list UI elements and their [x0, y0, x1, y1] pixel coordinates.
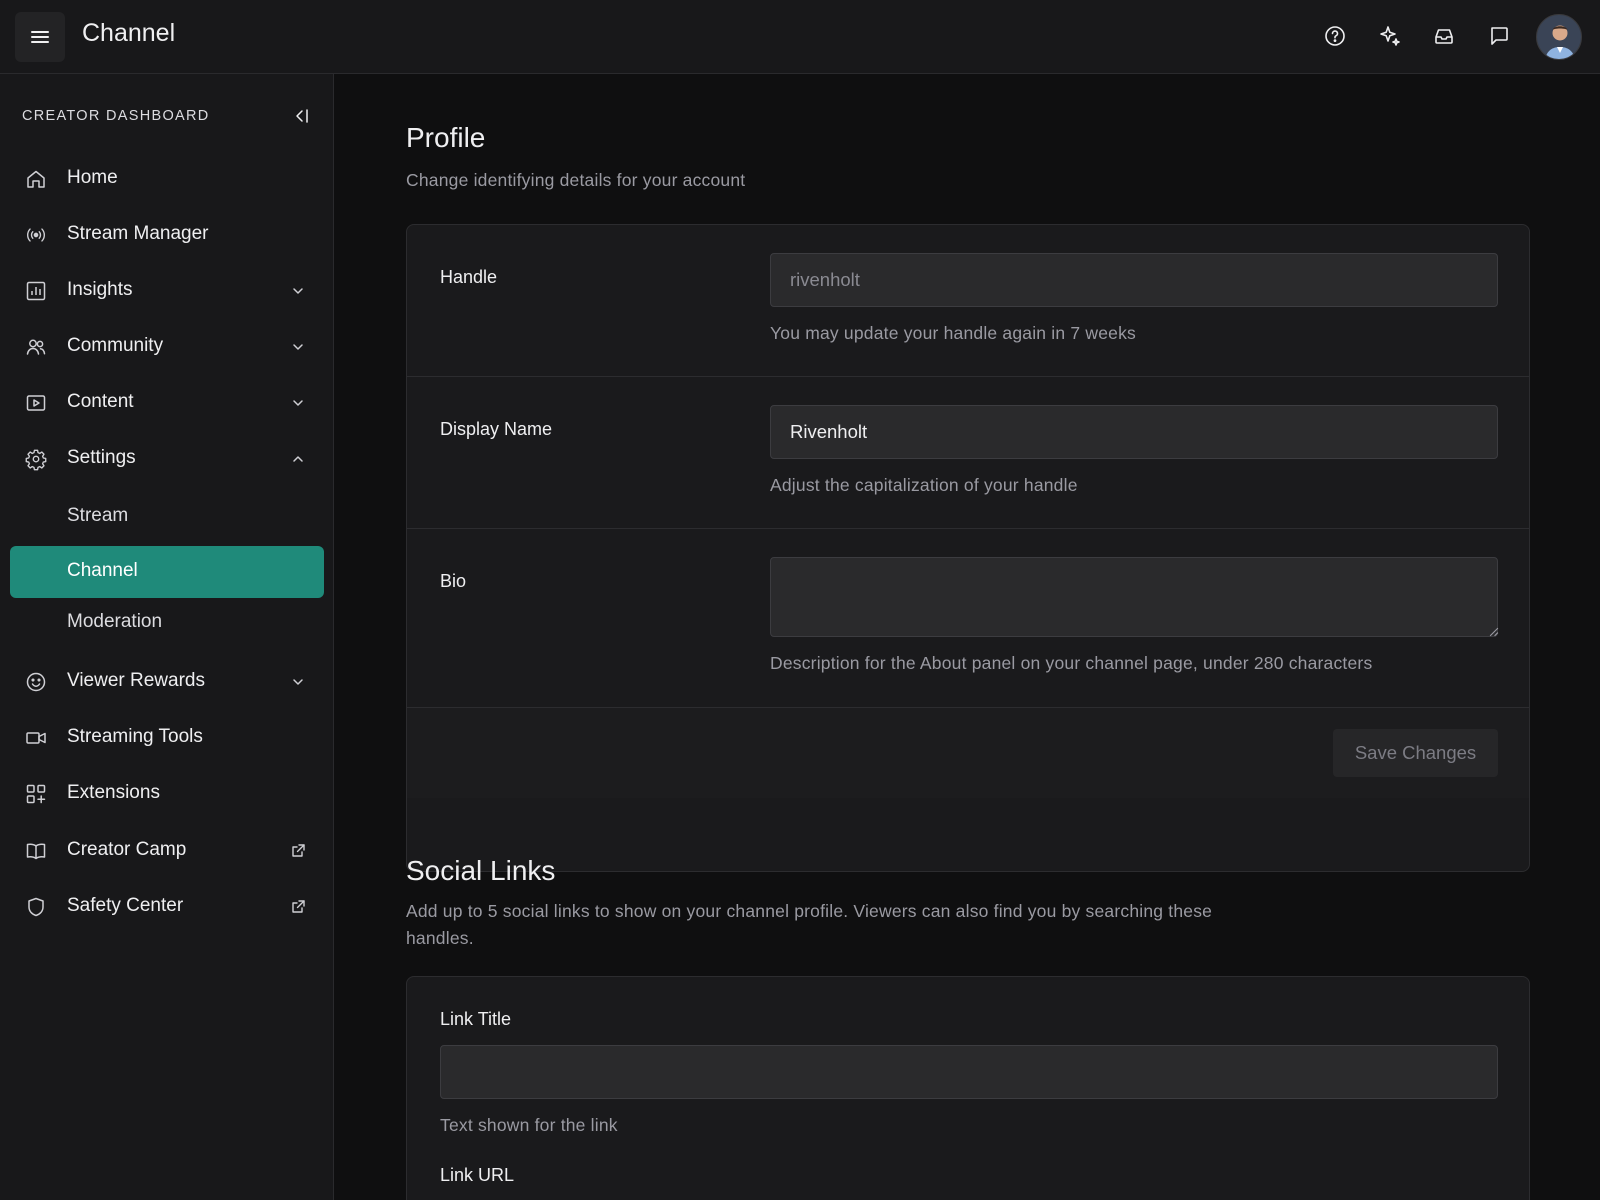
page-title: Channel [82, 19, 176, 47]
social-links-subtitle-line: handles. [406, 928, 474, 948]
handle-field[interactable]: rivenholt [770, 253, 1498, 307]
sidebar-item-label: Settings [67, 447, 136, 468]
sidebar-item-stream-manager[interactable]: Stream Manager [10, 209, 324, 261]
menu-icon [31, 31, 49, 43]
external-link-icon [290, 843, 306, 859]
help-button[interactable] [1319, 20, 1351, 52]
avatar[interactable] [1536, 14, 1582, 60]
sidebar-item-label: Channel [67, 560, 138, 581]
chat-icon [1491, 27, 1508, 45]
menu-button[interactable] [15, 12, 65, 62]
sidebar-item-content[interactable]: Content [10, 377, 324, 429]
user-avatar-icon [1537, 15, 1581, 59]
sidebar-item-streaming-tools[interactable]: Streaming Tools [10, 712, 324, 764]
sidebar-item-label: Content [67, 391, 134, 412]
sidebar-item-viewer-rewards[interactable]: Viewer Rewards [10, 656, 324, 708]
users-icon [25, 336, 47, 358]
main-content: Profile Change identifying details for y… [334, 74, 1600, 1200]
resize-handle-icon[interactable] [1489, 627, 1499, 637]
profile-card-footer: Save Changes [407, 708, 1529, 798]
chevron-up-icon [290, 451, 306, 467]
link-title-hint: Text shown for the link [440, 1115, 618, 1135]
sidebar-item-insights[interactable]: Insights [10, 265, 324, 317]
collapse-icon [296, 109, 308, 123]
sidebar-item-label: Stream [67, 505, 129, 526]
profile-title: Profile [406, 122, 486, 153]
sidebar-subitem-stream[interactable]: Stream [10, 491, 324, 543]
profile-subtitle: Change identifying details for your acco… [406, 170, 746, 190]
bio-row: Bio Description for the About panel on y… [407, 529, 1529, 708]
sidebar-item-home[interactable]: Home [10, 153, 324, 205]
link-url-label: Link URL [440, 1165, 515, 1185]
handle-hint: You may update your handle again in 7 we… [770, 323, 1136, 343]
profile-card: Handle rivenholt You may update your han… [406, 224, 1530, 872]
link-title-field[interactable] [440, 1045, 1498, 1099]
chevron-down-icon [290, 395, 306, 411]
display-name-label: Display Name [440, 419, 553, 439]
display-name-field[interactable]: Rivenholt [770, 405, 1498, 459]
social-links-title: Social Links [406, 855, 556, 886]
home-icon [25, 168, 47, 190]
help-icon [1325, 26, 1345, 46]
play-icon [25, 392, 47, 414]
shield-icon [25, 896, 47, 918]
sidebar: CREATOR DASHBOARD Home Stream Manager In… [0, 74, 334, 1200]
smile-icon [25, 671, 47, 693]
sparkle-icon [1380, 26, 1400, 46]
sidebar-item-label: Stream Manager [67, 223, 209, 244]
sidebar-item-label: Extensions [67, 782, 160, 803]
social-links-subtitle-line: Add up to 5 social links to show on your… [406, 901, 1213, 921]
sidebar-item-settings[interactable]: Settings [10, 433, 324, 485]
video-icon [25, 727, 47, 749]
handle-label: Handle [440, 267, 498, 287]
book-icon [25, 840, 47, 862]
bio-label: Bio [440, 571, 467, 591]
sidebar-item-label: Viewer Rewards [67, 670, 205, 691]
sparkle-button[interactable] [1374, 20, 1406, 52]
link-title-label: Link Title [440, 1009, 512, 1029]
chevron-down-icon [290, 283, 306, 299]
chevron-down-icon [290, 674, 306, 690]
sidebar-item-extensions[interactable]: Extensions [10, 768, 324, 820]
broadcast-icon [25, 224, 47, 246]
top-bar: Channel [0, 0, 1600, 74]
sidebar-header: CREATOR DASHBOARD [22, 108, 210, 124]
chat-button[interactable] [1483, 20, 1515, 52]
sidebar-item-label: Community [67, 335, 164, 356]
sidebar-item-label: Home [67, 167, 118, 188]
chevron-down-icon [290, 339, 306, 355]
sidebar-item-label: Insights [67, 279, 133, 300]
bio-textarea[interactable] [770, 557, 1498, 637]
sidebar-subitem-channel[interactable]: Channel [10, 546, 324, 598]
save-changes-button[interactable]: Save Changes [1333, 729, 1498, 777]
grid-plus-icon [25, 783, 47, 805]
sidebar-item-label: Streaming Tools [67, 726, 203, 747]
sidebar-item-label: Safety Center [67, 895, 184, 916]
chart-icon [25, 280, 47, 302]
sidebar-item-label: Creator Camp [67, 839, 187, 860]
display-name-row: Display Name Rivenholt Adjust the capita… [407, 377, 1529, 529]
social-links-card: Link Title Text shown for the link Link … [406, 976, 1530, 1200]
sidebar-item-label: Moderation [67, 611, 163, 632]
collapse-sidebar-button[interactable] [292, 106, 312, 126]
sidebar-item-safety-center[interactable]: Safety Center [10, 881, 324, 933]
bio-hint: Description for the About panel on your … [770, 653, 1373, 673]
gear-icon [25, 448, 47, 471]
sidebar-item-creator-camp[interactable]: Creator Camp [10, 825, 324, 877]
handle-row: Handle rivenholt You may update your han… [407, 225, 1529, 377]
social-links-subtitle: Add up to 5 social links to show on your… [406, 898, 1212, 952]
sidebar-item-community[interactable]: Community [10, 321, 324, 373]
inbox-button[interactable] [1428, 20, 1460, 52]
external-link-icon [290, 899, 306, 915]
sidebar-subitem-moderation[interactable]: Moderation [10, 597, 324, 649]
inbox-icon [1435, 29, 1453, 44]
display-name-hint: Adjust the capitalization of your handle [770, 475, 1078, 495]
